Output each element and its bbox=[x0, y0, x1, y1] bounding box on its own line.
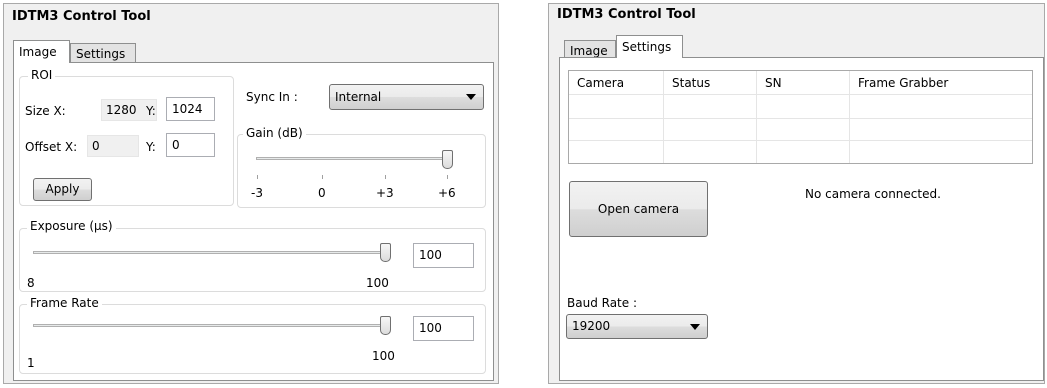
baud-rate-select[interactable]: 19200 bbox=[566, 314, 708, 339]
gain-tick-label: 0 bbox=[318, 186, 326, 200]
column-header-camera[interactable]: Camera bbox=[569, 71, 664, 95]
offset-y-label: Y: bbox=[146, 140, 156, 154]
gain-tick-label: +6 bbox=[438, 186, 456, 200]
gain-tick bbox=[385, 175, 386, 179]
camera-status-text: No camera connected. bbox=[805, 187, 941, 201]
table-divider bbox=[849, 95, 850, 163]
frame-rate-input[interactable]: 100 bbox=[413, 316, 474, 341]
gain-group-label: Gain (dB) bbox=[243, 126, 306, 140]
chevron-down-icon bbox=[690, 323, 700, 330]
gain-tick bbox=[257, 175, 258, 179]
frame-rate-min-label: 1 bbox=[27, 356, 35, 370]
column-header-frame-grabber[interactable]: Frame Grabber bbox=[850, 71, 1032, 95]
gain-slider-thumb[interactable] bbox=[442, 150, 453, 169]
size-y-label: Y: bbox=[146, 104, 156, 118]
sync-in-label: Sync In : bbox=[246, 90, 298, 104]
exposure-group-label: Exposure (µs) bbox=[27, 219, 116, 233]
right-window-title: IDTM3 Control Tool bbox=[557, 7, 696, 22]
gain-tick bbox=[322, 175, 323, 179]
left-tab-image[interactable]: Image bbox=[13, 40, 70, 63]
column-header-status[interactable]: Status bbox=[664, 71, 757, 95]
exposure-slider-track[interactable] bbox=[33, 251, 390, 254]
left-window-title: IDTM3 Control Tool bbox=[12, 9, 151, 24]
left-tab-settings[interactable]: Settings bbox=[70, 43, 136, 63]
exposure-max-label: 100 bbox=[366, 276, 389, 290]
offset-x-label: Offset X: bbox=[25, 140, 78, 154]
column-header-sn[interactable]: SN bbox=[757, 71, 850, 95]
roi-group-label: ROI bbox=[28, 68, 56, 82]
exposure-min-label: 8 bbox=[27, 276, 35, 290]
open-camera-button[interactable]: Open camera bbox=[569, 181, 708, 237]
size-x-label: Size X: bbox=[25, 104, 66, 118]
frame-rate-max-label: 100 bbox=[372, 349, 395, 363]
baud-rate-value: 19200 bbox=[572, 319, 611, 333]
gain-tick bbox=[447, 175, 448, 179]
offset-x-field: 0 bbox=[87, 135, 139, 157]
offset-y-input[interactable]: 0 bbox=[166, 133, 215, 157]
camera-table: Camera Status SN Frame Grabber bbox=[568, 70, 1033, 164]
sync-in-select[interactable]: Internal bbox=[329, 84, 484, 110]
frame-rate-slider-track[interactable] bbox=[33, 324, 390, 327]
table-divider bbox=[756, 95, 757, 163]
gain-tick-label: +3 bbox=[376, 186, 394, 200]
gain-slider-track[interactable] bbox=[256, 157, 452, 160]
baud-rate-label: Baud Rate : bbox=[567, 296, 637, 310]
apply-button[interactable]: Apply bbox=[33, 178, 92, 201]
right-tab-settings[interactable]: Settings bbox=[616, 35, 683, 58]
sync-in-value: Internal bbox=[335, 90, 382, 104]
exposure-slider-thumb[interactable] bbox=[380, 243, 391, 262]
table-row bbox=[569, 118, 1032, 119]
exposure-input[interactable]: 100 bbox=[413, 243, 474, 268]
gain-tick-label: -3 bbox=[251, 186, 263, 200]
chevron-down-icon bbox=[466, 94, 476, 100]
size-y-input[interactable]: 1024 bbox=[166, 97, 215, 121]
frame-rate-slider-thumb[interactable] bbox=[380, 316, 391, 335]
table-divider bbox=[663, 95, 664, 163]
table-row bbox=[569, 140, 1032, 141]
frame-rate-group-label: Frame Rate bbox=[27, 296, 102, 310]
